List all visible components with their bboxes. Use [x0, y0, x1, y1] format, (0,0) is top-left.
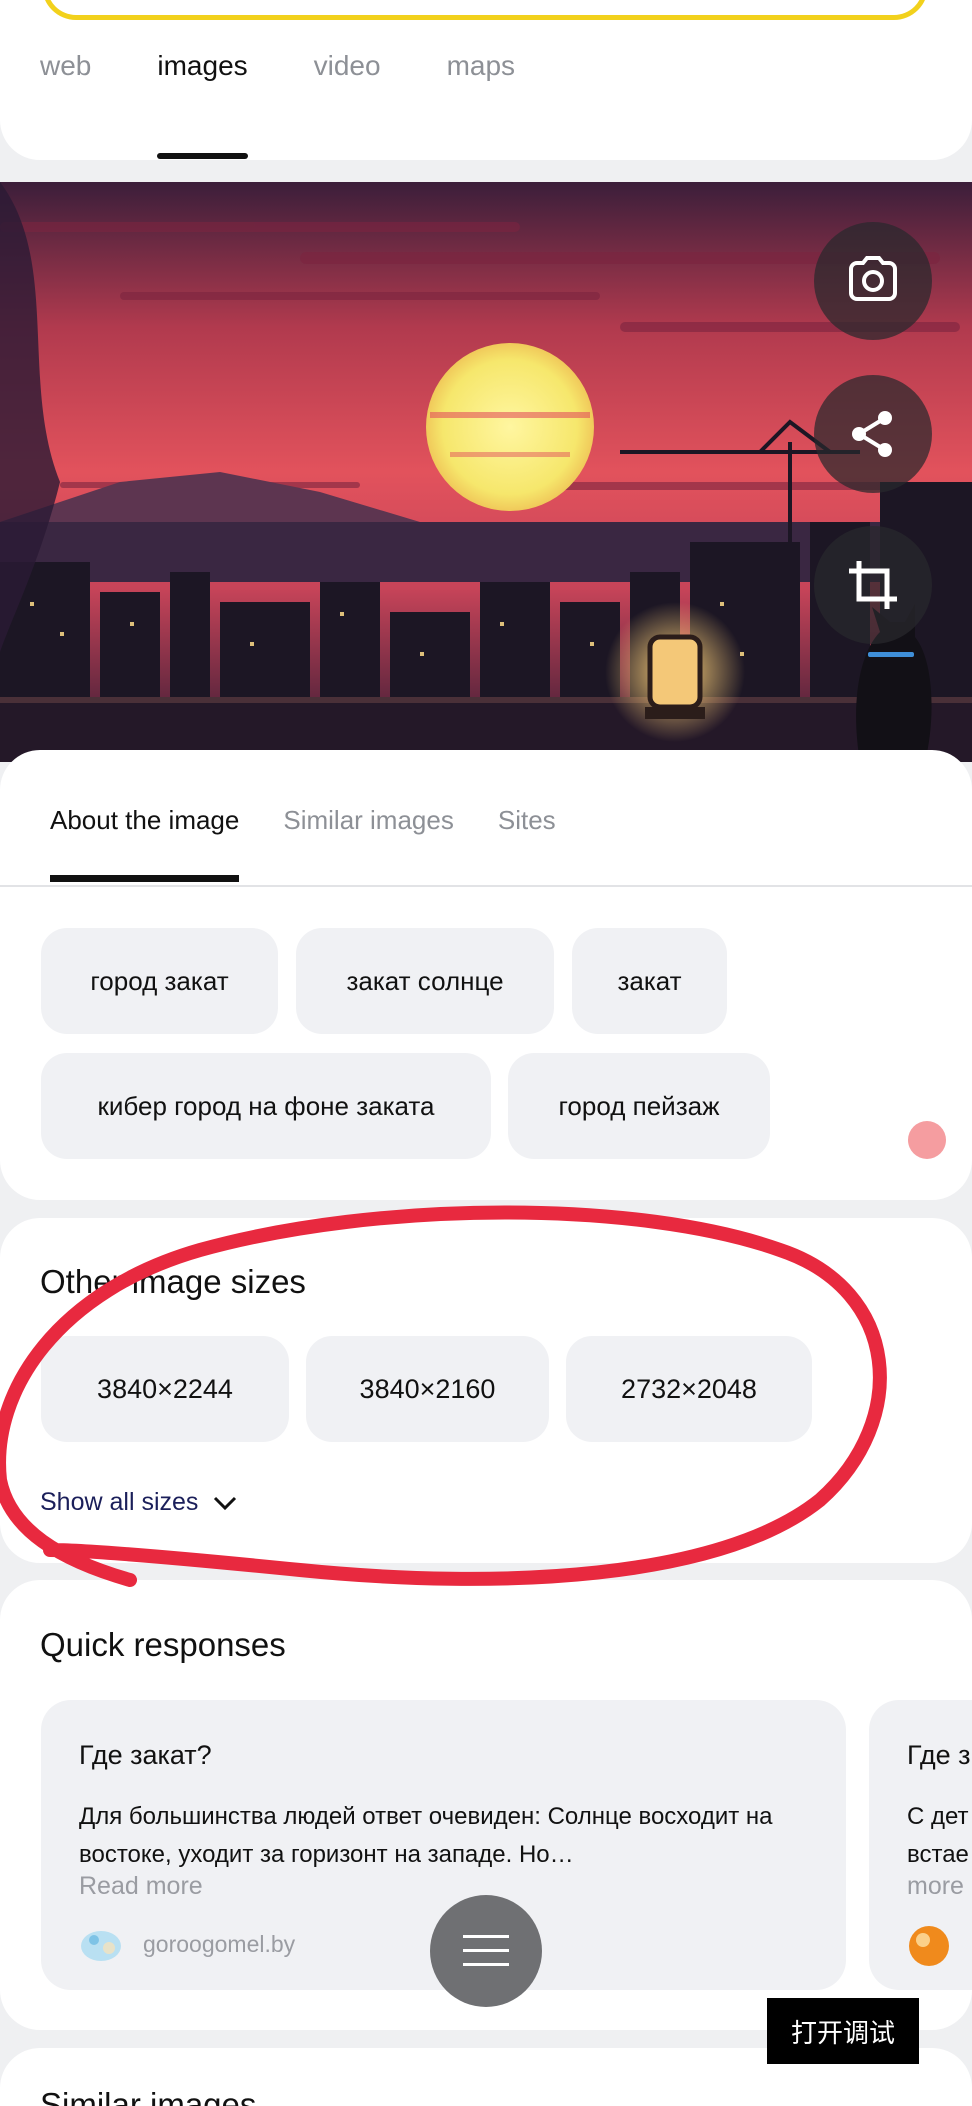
show-all-sizes-label: Show all sizes: [40, 1488, 199, 1516]
tab-about-image[interactable]: About the image: [50, 805, 240, 882]
menu-button[interactable]: [430, 1895, 542, 2007]
share-icon: [852, 411, 892, 457]
tab-video[interactable]: video: [314, 50, 381, 82]
search-header: web images video maps: [0, 0, 972, 160]
card-question: Где закат?: [79, 1740, 212, 1770]
image-info-tabs: About the image Similar images Sites: [50, 805, 600, 882]
tag-chip[interactable]: закат солнце: [296, 928, 554, 1034]
site-favicon-icon: [909, 1926, 949, 1966]
card-source[interactable]: goroogomel.by: [79, 1924, 295, 1964]
size-option[interactable]: 3840×2244: [41, 1336, 289, 1442]
search-box[interactable]: [42, 0, 928, 20]
tab-images[interactable]: images: [157, 50, 248, 159]
quick-responses-title: Quick responses: [40, 1626, 286, 1663]
tabs-divider: [0, 885, 972, 887]
read-more-link[interactable]: more: [907, 1872, 964, 1901]
tag-chip[interactable]: город пейзаж: [508, 1053, 770, 1159]
card-question: Где з: [907, 1740, 971, 1770]
tab-similar-images[interactable]: Similar images: [283, 805, 454, 836]
card-source[interactable]: [907, 1924, 951, 1968]
similar-images-title: Similar images: [40, 2086, 257, 2106]
share-button[interactable]: [814, 375, 932, 493]
size-option[interactable]: 2732×2048: [566, 1336, 812, 1442]
tag-chip[interactable]: кибер город на фоне заката: [41, 1053, 491, 1159]
camera-icon: [849, 256, 897, 301]
crop-button[interactable]: [814, 526, 932, 644]
read-more-link[interactable]: Read more: [79, 1872, 203, 1901]
image-sizes-title: Other image sizes: [40, 1263, 306, 1300]
search-type-tabs: web images video maps: [40, 50, 581, 159]
site-favicon-icon: [81, 1931, 121, 1961]
tag-chip[interactable]: закат: [572, 928, 727, 1034]
visual-search-button[interactable]: [814, 222, 932, 340]
tab-sites[interactable]: Sites: [498, 805, 556, 836]
card-answer-text: Для большинства людей ответ очевиден: Со…: [79, 1803, 773, 1868]
chevron-down-icon: [214, 1496, 237, 1510]
card-answer-text: С дет встае: [907, 1803, 969, 1868]
tag-chip[interactable]: город закат: [41, 928, 278, 1034]
tab-web[interactable]: web: [40, 50, 91, 82]
open-debug-button[interactable]: 打开调试: [767, 1998, 919, 2064]
preview-image[interactable]: [0, 182, 972, 762]
show-all-sizes-link[interactable]: Show all sizes: [40, 1488, 238, 1517]
card-source-domain: goroogomel.by: [143, 1930, 296, 1957]
hamburger-menu-icon: [463, 1935, 509, 1966]
size-option[interactable]: 3840×2160: [306, 1336, 549, 1442]
crop-icon: [849, 561, 897, 609]
floating-indicator-dot[interactable]: [908, 1121, 946, 1159]
quick-response-card[interactable]: Где з С дет встае more: [869, 1700, 972, 1990]
tab-maps[interactable]: maps: [447, 50, 515, 82]
